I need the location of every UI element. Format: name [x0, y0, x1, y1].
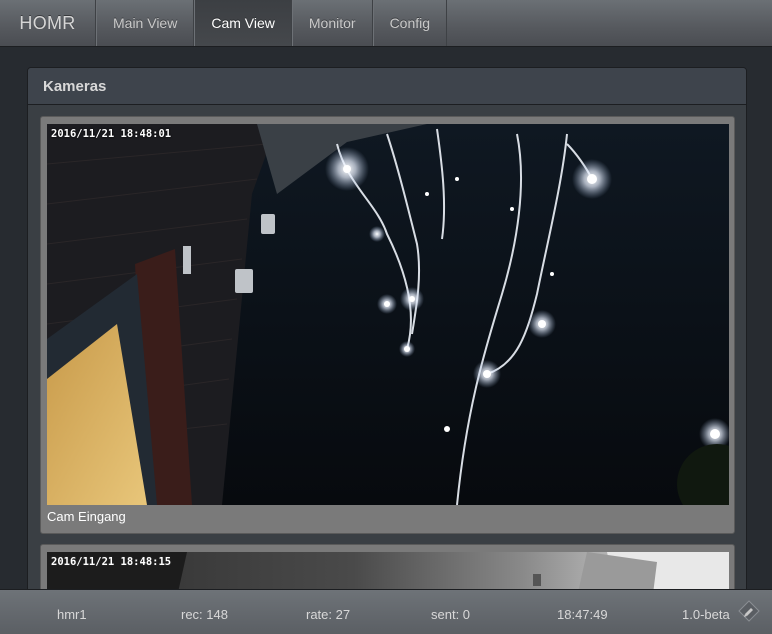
footer-rate: rate: 27: [306, 607, 351, 622]
cameras-panel: Kameras 2016/11/21 18:48:01 Cam Eingang …: [27, 67, 747, 627]
footer-host: hmr1: [57, 607, 87, 622]
footer-sent: sent: 0: [431, 607, 471, 622]
nav-monitor[interactable]: Monitor: [291, 0, 373, 46]
camera-card-1: 2016/11/21 18:48:01 Cam Eingang: [40, 116, 735, 534]
status-footer: hmr1 rec: 148 rate: 27 sent: 0 18:47:49 …: [0, 589, 772, 634]
pencil-icon[interactable]: [738, 600, 760, 622]
camera-image-1[interactable]: 2016/11/21 18:48:01: [47, 124, 729, 505]
top-navbar: HOMR Main View Cam View Monitor Config: [0, 0, 772, 47]
panel-title: Kameras: [28, 68, 746, 105]
app-brand[interactable]: HOMR: [0, 0, 96, 46]
nav-main-view[interactable]: Main View: [96, 0, 195, 46]
nav-config[interactable]: Config: [372, 0, 448, 46]
camera-timestamp-2: 2016/11/21 18:48:15: [51, 556, 172, 568]
footer-rec: rec: 148: [181, 607, 228, 622]
footer-time: 18:47:49: [557, 607, 608, 622]
camera-timestamp-1: 2016/11/21 18:48:01: [51, 128, 172, 140]
camera-caption-1: Cam Eingang: [47, 509, 126, 524]
nav-cam-view[interactable]: Cam View: [194, 0, 292, 46]
footer-version: 1.0-beta: [682, 607, 730, 622]
